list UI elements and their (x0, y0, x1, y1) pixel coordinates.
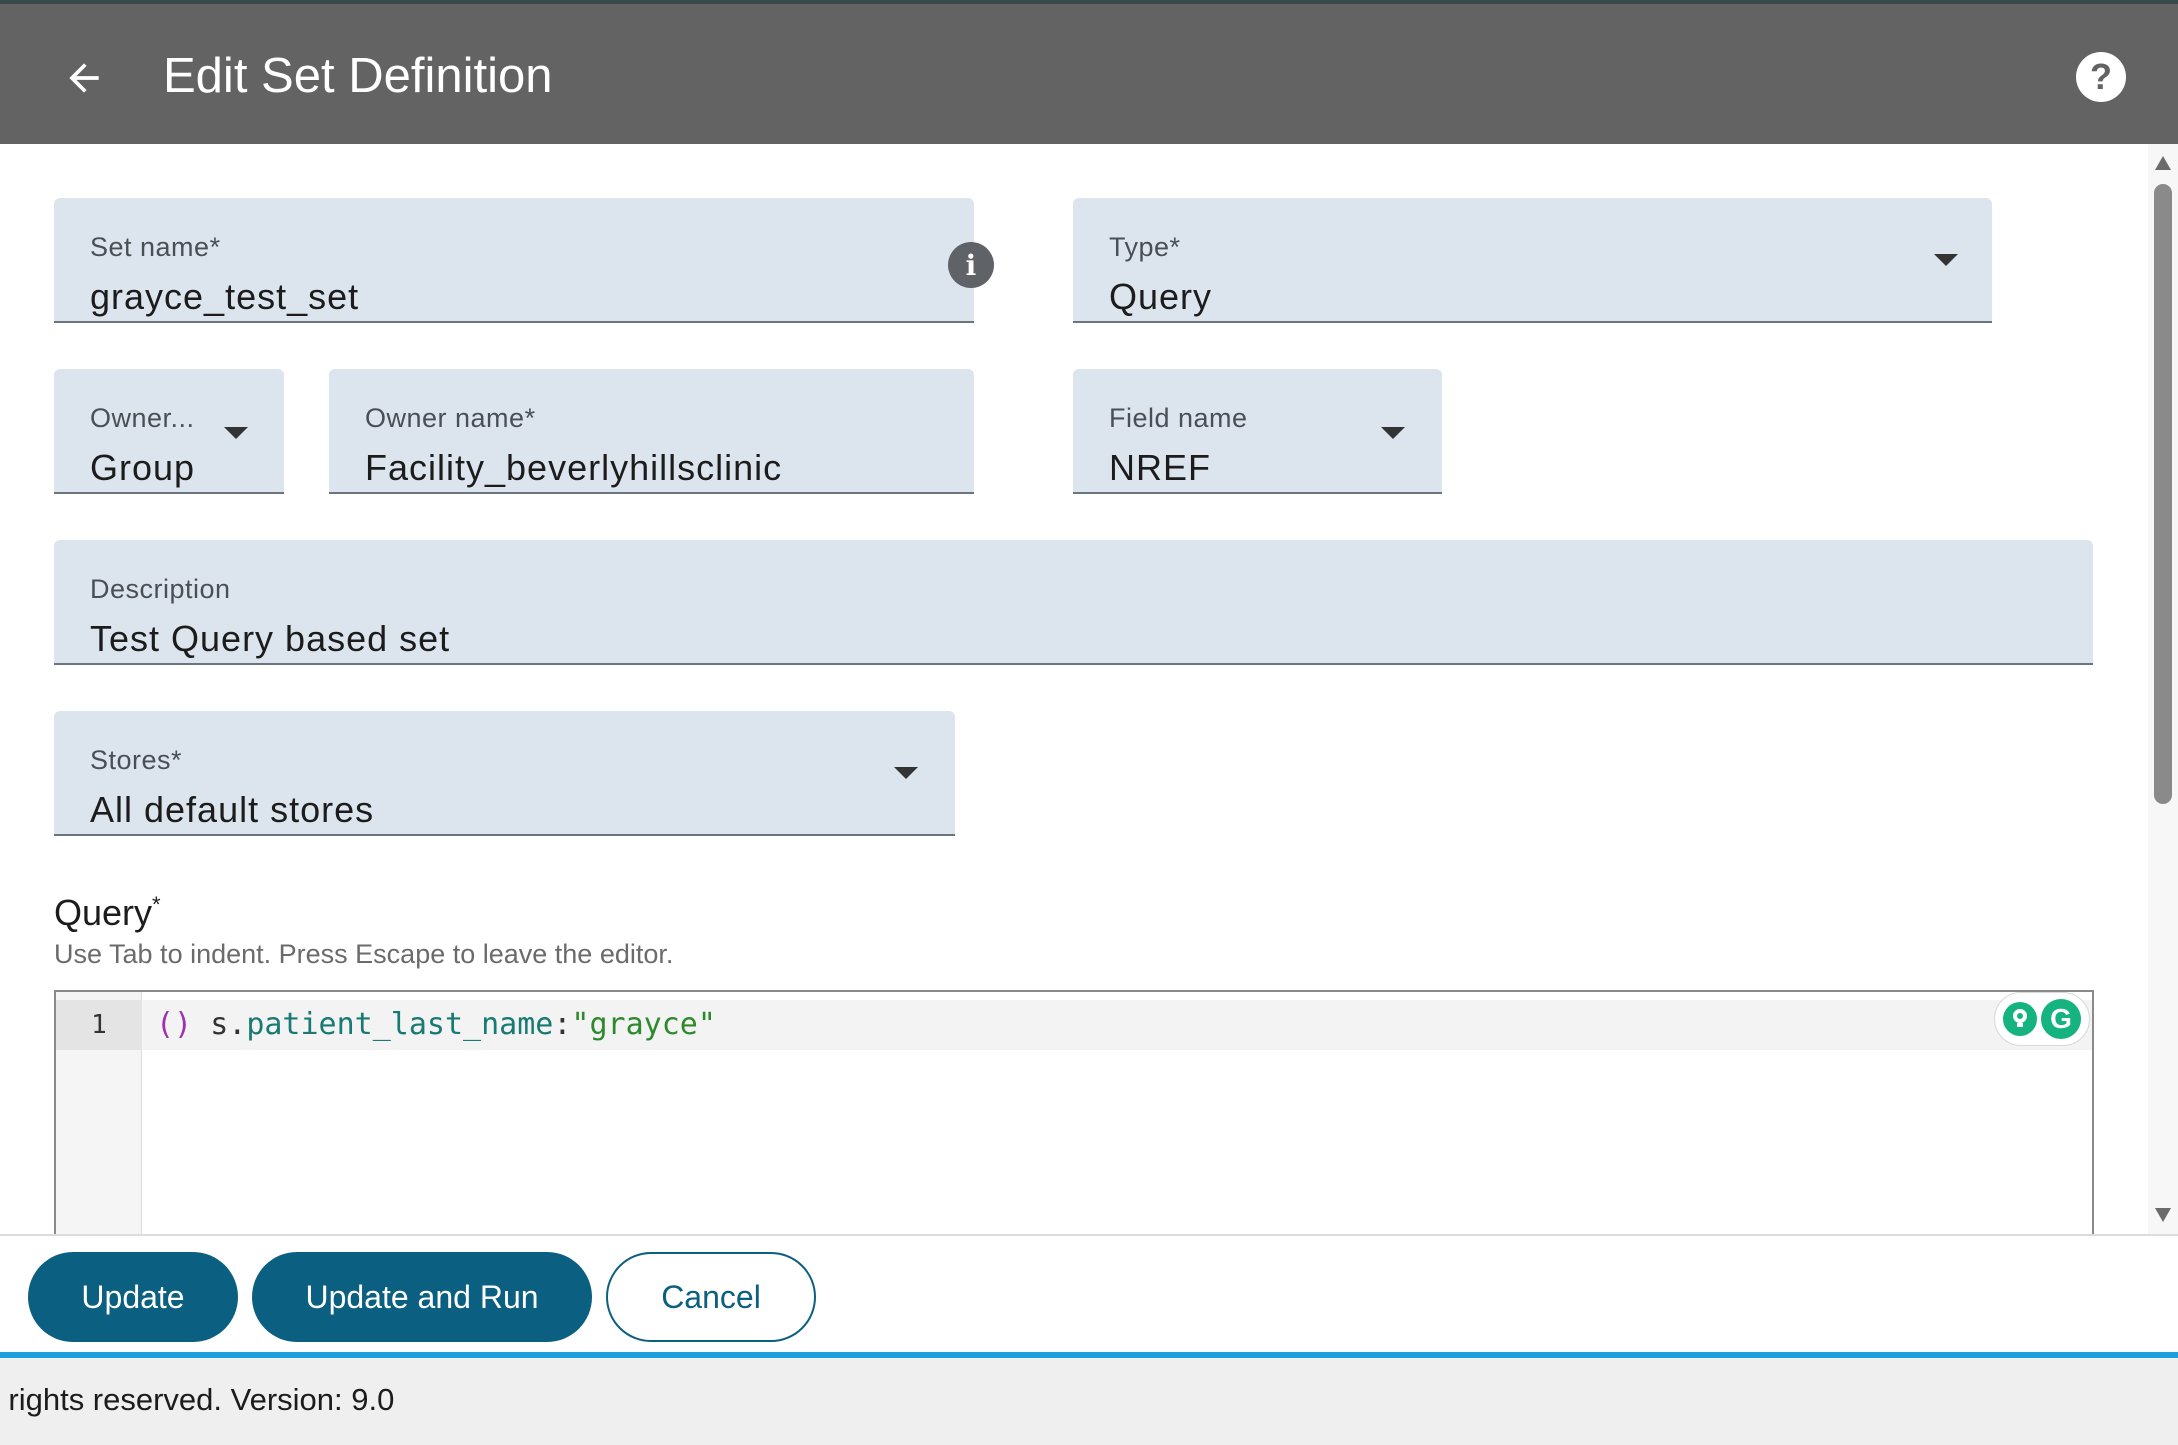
page-footer: ll rights reserved. Version: 9.0 (0, 1358, 2178, 1445)
scroll-up-arrow-icon[interactable] (2155, 156, 2171, 170)
query-editor[interactable]: 1 () s.patient_last_name:"grayce" (54, 990, 2094, 1234)
owner-name-field[interactable]: Owner name* Facility_beverlyhillsclinic (329, 369, 974, 494)
lightbulb-icon[interactable] (2003, 1002, 2037, 1036)
stores-label: Stores* (90, 745, 183, 775)
set-name-value: grayce_test_set (90, 276, 360, 317)
field-name-value: NREF (1109, 447, 1211, 488)
owner-type-value: Group (90, 447, 196, 488)
description-value: Test Query based set (90, 618, 451, 659)
code-colon: : (553, 1007, 572, 1042)
owner-name-value: Facility_beverlyhillsclinic (365, 447, 783, 488)
owner-type-label: Owner... (90, 403, 195, 433)
help-circle-icon: ? (2090, 56, 2112, 97)
form-area: Set name* grayce_test_set i Type* Query … (0, 144, 2178, 1234)
app-header: Edit Set Definition ? (0, 0, 2178, 144)
type-label: Type* (1109, 232, 1181, 262)
line-number: 1 (56, 1000, 142, 1050)
chevron-down-icon (894, 767, 918, 779)
required-mark: * (152, 892, 161, 917)
query-label-text: Query (54, 892, 153, 933)
code-prefix: s. (210, 1007, 247, 1042)
query-hint: Use Tab to indent. Press Escape to leave… (54, 939, 674, 969)
lightbulb-glyph (2013, 1009, 2027, 1027)
owner-type-select[interactable]: Owner... Group (54, 369, 284, 494)
type-select[interactable]: Type* Query (1073, 198, 1992, 323)
info-icon[interactable]: i (948, 242, 994, 288)
query-label: Query* (54, 884, 161, 934)
code-line[interactable]: () s.patient_last_name:"grayce" (156, 1000, 716, 1050)
owner-name-label: Owner name* (365, 403, 536, 433)
cancel-button[interactable]: Cancel (606, 1252, 816, 1342)
type-value: Query (1109, 276, 1213, 317)
action-bar: Update Update and Run Cancel (0, 1234, 2178, 1354)
update-and-run-button[interactable]: Update and Run (252, 1252, 592, 1342)
footer-text: ll rights reserved. Version: 9.0 (0, 1382, 395, 1417)
back-button[interactable] (54, 48, 114, 108)
stores-value: All default stores (90, 789, 375, 830)
field-name-select[interactable]: Field name NREF (1073, 369, 1442, 494)
description-field[interactable]: Description Test Query based set (54, 540, 2093, 665)
chevron-down-icon (1934, 254, 1958, 266)
set-name-label: Set name* (90, 232, 221, 262)
scroll-thumb[interactable] (2154, 184, 2172, 804)
description-label: Description (90, 574, 231, 604)
scroll-down-arrow-icon[interactable] (2155, 1208, 2171, 1222)
stores-select[interactable]: Stores* All default stores (54, 711, 955, 836)
code-paren: () (156, 1007, 193, 1042)
grammarly-icon[interactable]: G (2041, 999, 2081, 1039)
update-button[interactable]: Update (28, 1252, 238, 1342)
code-property: patient_last_name (246, 1007, 554, 1042)
page-title: Edit Set Definition (163, 49, 553, 103)
set-name-field[interactable]: Set name* grayce_test_set i (54, 198, 994, 323)
chevron-down-icon (1381, 427, 1405, 439)
code-string: "grayce" (571, 1007, 716, 1042)
help-button[interactable]: ? (2076, 52, 2126, 102)
arrow-left-icon (69, 63, 99, 93)
grammarly-widget[interactable]: G (1994, 992, 2090, 1046)
field-name-label: Field name (1109, 403, 1248, 433)
chevron-down-icon (224, 427, 248, 439)
vertical-scrollbar[interactable] (2148, 144, 2178, 1234)
